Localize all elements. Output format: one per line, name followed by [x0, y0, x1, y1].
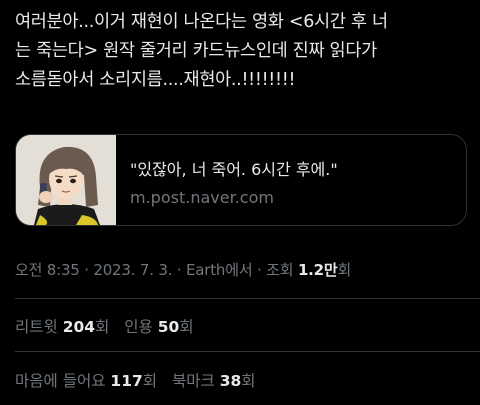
meta-separator: ·: [252, 261, 267, 279]
engagement-row-1: 리트윗 204회 인용 50회: [15, 315, 204, 337]
quotes-count: 50: [157, 318, 180, 336]
link-card-thumbnail: [16, 135, 116, 225]
likes-label: 마음에 들어요: [15, 372, 111, 390]
link-card-body: "있잖아, 너 죽어. 6시간 후에." m.post.naver.com: [116, 154, 338, 207]
bookmarks-count: 38: [219, 372, 242, 390]
quotes-stat[interactable]: 인용 50회: [124, 318, 193, 336]
views-unit: 회: [337, 261, 352, 279]
views-label: 조회: [266, 261, 298, 279]
divider: [15, 298, 480, 299]
likes-count: 117: [110, 372, 143, 390]
bookmarks-label: 북마크: [171, 372, 220, 390]
tweet-meta: 오전 8:35 · 2023. 7. 3. · Earth에서 · 조회 1.2…: [15, 259, 351, 280]
link-card-domain: m.post.naver.com: [130, 187, 274, 207]
bookmarks-stat[interactable]: 북마크 38회: [172, 372, 256, 390]
bookmarks-unit: 회: [241, 372, 256, 390]
tweet-date[interactable]: 2023. 7. 3.: [93, 261, 172, 279]
tweet-text: 여러분아...이거 재현이 나온다는 영화 <6시간 후 너 는 죽는다> 원작…: [15, 12, 388, 90]
link-card[interactable]: "있잖아, 너 죽어. 6시간 후에." m.post.naver.com: [15, 134, 467, 226]
divider: [15, 351, 480, 352]
webtoon-character-image: [16, 135, 116, 225]
meta-separator: ·: [79, 261, 94, 279]
meta-separator: ·: [172, 261, 186, 279]
views-count: 1.2만: [297, 261, 338, 279]
likes-unit: 회: [142, 372, 158, 390]
retweets-count: 204: [62, 318, 96, 336]
quotes-label: 인용: [124, 318, 158, 336]
retweets-unit: 회: [95, 318, 110, 336]
tweet-source: Earth에서: [186, 261, 253, 279]
engagement-row-2: 마음에 들어요 117회 북마크 38회: [15, 369, 266, 391]
retweets-stat[interactable]: 리트윗 204회: [15, 318, 109, 336]
likes-stat[interactable]: 마음에 들어요 117회: [15, 372, 157, 390]
retweets-label: 리트윗: [15, 318, 63, 336]
link-card-title[interactable]: "있잖아, 너 죽어. 6시간 후에.": [130, 156, 338, 180]
quotes-unit: 회: [179, 318, 194, 336]
tweet-time[interactable]: 오전 8:35: [15, 261, 80, 279]
